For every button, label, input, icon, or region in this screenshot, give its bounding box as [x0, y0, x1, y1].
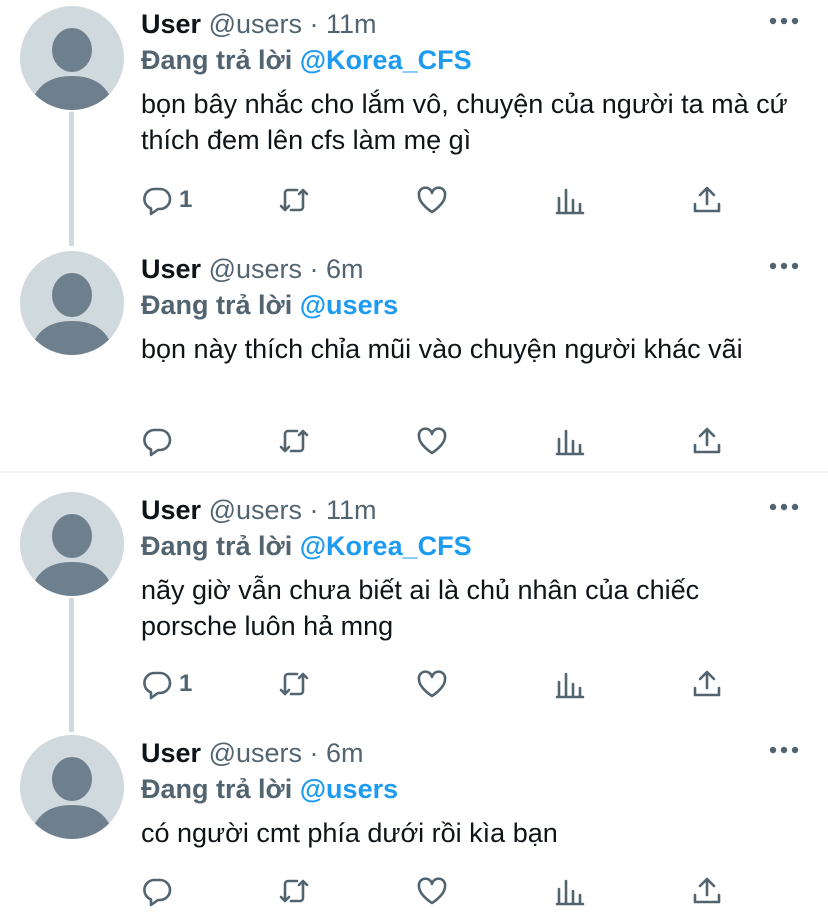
reply-icon: [143, 671, 172, 700]
share-icon: [693, 427, 721, 454]
avatar[interactable]: [20, 6, 124, 110]
separator-dot: ·: [309, 9, 319, 39]
views-button[interactable]: [554, 664, 586, 704]
views-button[interactable]: [554, 421, 586, 461]
like-button[interactable]: [416, 180, 448, 220]
separator-dot: ·: [309, 495, 319, 525]
display-name[interactable]: User: [141, 738, 201, 768]
reply-count: 1: [179, 670, 193, 697]
share-icon: [693, 186, 721, 213]
reply-button[interactable]: [141, 421, 179, 461]
display-name[interactable]: User: [141, 495, 201, 525]
tweet-header: User @users · 11m: [141, 8, 377, 40]
display-name[interactable]: User: [141, 9, 201, 39]
replying-to-mention[interactable]: @Korea_CFS: [300, 45, 472, 75]
replying-to: Đang trả lời @Korea_CFS: [141, 530, 472, 562]
views-icon: [555, 672, 585, 699]
reply-button[interactable]: [141, 871, 179, 911]
user-handle[interactable]: @users: [209, 738, 302, 768]
reply-count: 1: [179, 186, 193, 213]
share-button[interactable]: [691, 180, 723, 220]
avatar-placeholder-icon: [30, 28, 114, 110]
replying-to: Đang trả lời @users: [141, 289, 398, 321]
action-bar: [0, 421, 828, 461]
like-button[interactable]: [416, 421, 448, 461]
reply-icon: [143, 428, 172, 457]
views-icon: [555, 429, 585, 456]
retweet-button[interactable]: [278, 871, 310, 911]
reply-icon: [143, 187, 172, 216]
share-button[interactable]: [691, 421, 723, 461]
more-icon[interactable]: [768, 500, 800, 512]
like-icon: [417, 670, 447, 698]
avatar[interactable]: [20, 735, 124, 839]
timestamp[interactable]: 6m: [326, 254, 364, 284]
retweet-button[interactable]: [278, 180, 310, 220]
share-icon: [693, 877, 721, 904]
replying-to-label: Đang trả lời: [141, 774, 293, 804]
user-handle[interactable]: @users: [209, 495, 302, 525]
share-icon: [693, 670, 721, 697]
like-icon: [417, 186, 447, 214]
tweet-text: bọn này thích chỉa mũi vào chuyện người …: [141, 334, 743, 364]
replying-to-label: Đang trả lời: [141, 531, 293, 561]
avatar-placeholder-icon: [30, 757, 114, 839]
avatar-placeholder-icon: [30, 273, 114, 355]
action-bar: 1: [0, 180, 828, 220]
separator-dot: ·: [309, 254, 319, 284]
tweet-text: bọn bây nhắc cho lắm vô, chuyện của ngườ…: [141, 89, 788, 155]
share-button[interactable]: [691, 871, 723, 911]
like-button[interactable]: [416, 664, 448, 704]
reply-icon: [143, 878, 172, 907]
timestamp[interactable]: 11m: [326, 9, 377, 39]
tweet-header: User @users · 6m: [141, 737, 364, 769]
thread-line: [69, 112, 74, 246]
like-icon: [417, 427, 447, 455]
action-bar: 1: [0, 664, 828, 704]
avatar[interactable]: [20, 492, 124, 596]
retweet-icon: [279, 672, 309, 696]
avatar-placeholder-icon: [30, 514, 114, 596]
retweet-icon: [279, 879, 309, 903]
action-bar: [0, 871, 828, 911]
like-button[interactable]: [416, 871, 448, 911]
retweet-button[interactable]: [278, 664, 310, 704]
timestamp[interactable]: 11m: [326, 495, 377, 525]
replying-to-mention[interactable]: @Korea_CFS: [300, 531, 472, 561]
share-button[interactable]: [691, 664, 723, 704]
replying-to-label: Đang trả lời: [141, 290, 293, 320]
reply-button[interactable]: 1: [141, 180, 192, 220]
views-icon: [555, 188, 585, 215]
views-icon: [555, 879, 585, 906]
replying-to: Đang trả lời @users: [141, 773, 398, 805]
timestamp[interactable]: 6m: [326, 738, 364, 768]
avatar[interactable]: [20, 251, 124, 355]
retweet-icon: [279, 429, 309, 453]
tweet-text: nãy giờ vẫn chưa biết ai là chủ nhân của…: [141, 575, 700, 641]
views-button[interactable]: [554, 871, 586, 911]
replying-to: Đang trả lời @Korea_CFS: [141, 44, 472, 76]
more-icon[interactable]: [768, 14, 800, 26]
replying-to-mention[interactable]: @users: [300, 774, 398, 804]
more-icon[interactable]: [768, 259, 800, 271]
tweet-header: User @users · 11m: [141, 494, 377, 526]
user-handle[interactable]: @users: [209, 254, 302, 284]
display-name[interactable]: User: [141, 254, 201, 284]
like-icon: [417, 877, 447, 905]
more-icon[interactable]: [768, 743, 800, 755]
views-button[interactable]: [554, 180, 586, 220]
user-handle[interactable]: @users: [209, 9, 302, 39]
tweet-text: có người cmt phía dưới rồi kìa bạn: [141, 818, 558, 848]
separator-dot: ·: [309, 738, 319, 768]
replying-to-mention[interactable]: @users: [300, 290, 398, 320]
reply-button[interactable]: 1: [141, 664, 192, 704]
tweet-header: User @users · 6m: [141, 253, 364, 285]
thread-divider: [0, 471, 828, 473]
retweet-icon: [279, 188, 309, 212]
retweet-button[interactable]: [278, 421, 310, 461]
replying-to-label: Đang trả lời: [141, 45, 293, 75]
